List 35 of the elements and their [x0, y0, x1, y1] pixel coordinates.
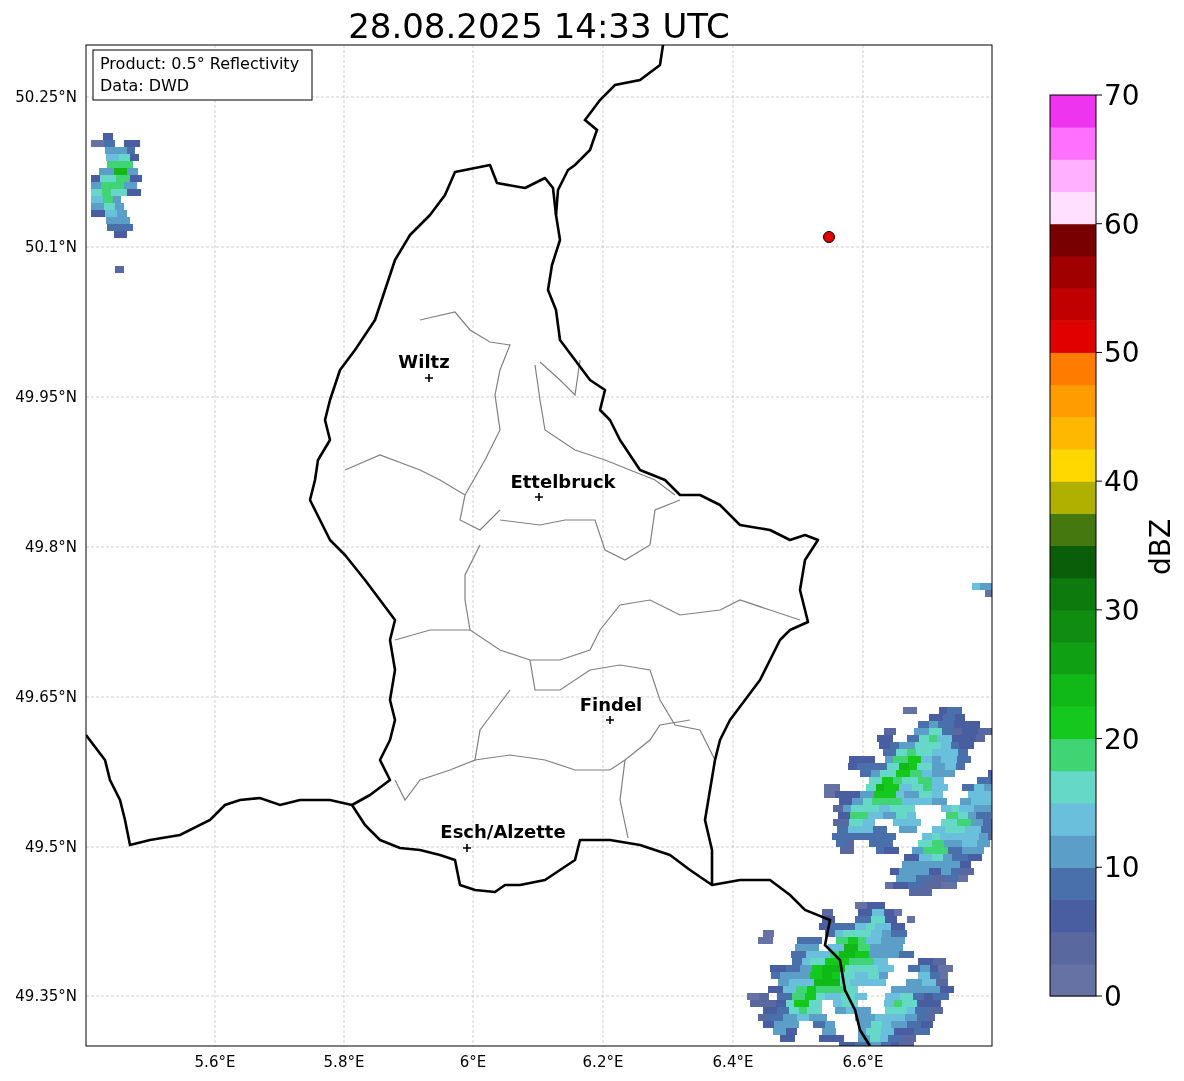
place-marker-icon	[605, 715, 615, 725]
colorbar-tick-label: 70	[1104, 79, 1140, 112]
colorbar-tick-label: 50	[1104, 336, 1140, 370]
colorbar-tick-label: 20	[1104, 722, 1140, 756]
axis-tick-label: 6.4°E	[712, 1053, 754, 1071]
axis-tick-label: 50.1°N	[24, 238, 77, 256]
colorbar-tick-label: 40	[1104, 465, 1140, 499]
colorbar-label: dBZ	[1144, 518, 1177, 576]
axis-tick-label: 5.8°E	[323, 1053, 365, 1071]
colorbar-tick-label: 0	[1104, 980, 1122, 1013]
axis-tick-label: 6°E	[459, 1053, 487, 1071]
radar-echo-drawing	[972, 583, 992, 597]
place-label: Esch/Alzette	[440, 821, 566, 842]
colorbar-tick-label: 10	[1104, 851, 1140, 885]
place-marker-icon	[534, 492, 544, 502]
axis-tick-label: 49.5°N	[24, 838, 77, 856]
axis-tick-label: 6.2°E	[582, 1053, 624, 1071]
radar-site-marker	[823, 231, 835, 243]
axis-tick-label: 49.65°N	[15, 688, 77, 706]
colorbar-tick-label: 30	[1104, 593, 1140, 627]
axis-tick-label: 6.6°E	[842, 1053, 884, 1071]
axis-tick-label: 49.35°N	[15, 987, 77, 1005]
info-text: Product: 0.5° Reflectivity	[100, 54, 300, 73]
place-label: Findel	[579, 694, 643, 715]
place-label: Ettelbruck	[510, 471, 616, 492]
map-title: 28.08.2025 14:33 UTC	[348, 6, 730, 46]
axis-tick-label: 49.95°N	[15, 388, 77, 406]
place-label: Wiltz	[398, 351, 450, 372]
colorbar-tick-label: 60	[1104, 207, 1140, 241]
axis-tick-label: 5.6°E	[194, 1053, 236, 1071]
axis-tick-label: 49.8°N	[24, 538, 77, 556]
axis-tick-label: 50.25°N	[15, 88, 77, 106]
info-text: Data: DWD	[100, 76, 190, 95]
place-marker-icon	[462, 843, 472, 853]
place-marker-icon	[424, 373, 434, 383]
